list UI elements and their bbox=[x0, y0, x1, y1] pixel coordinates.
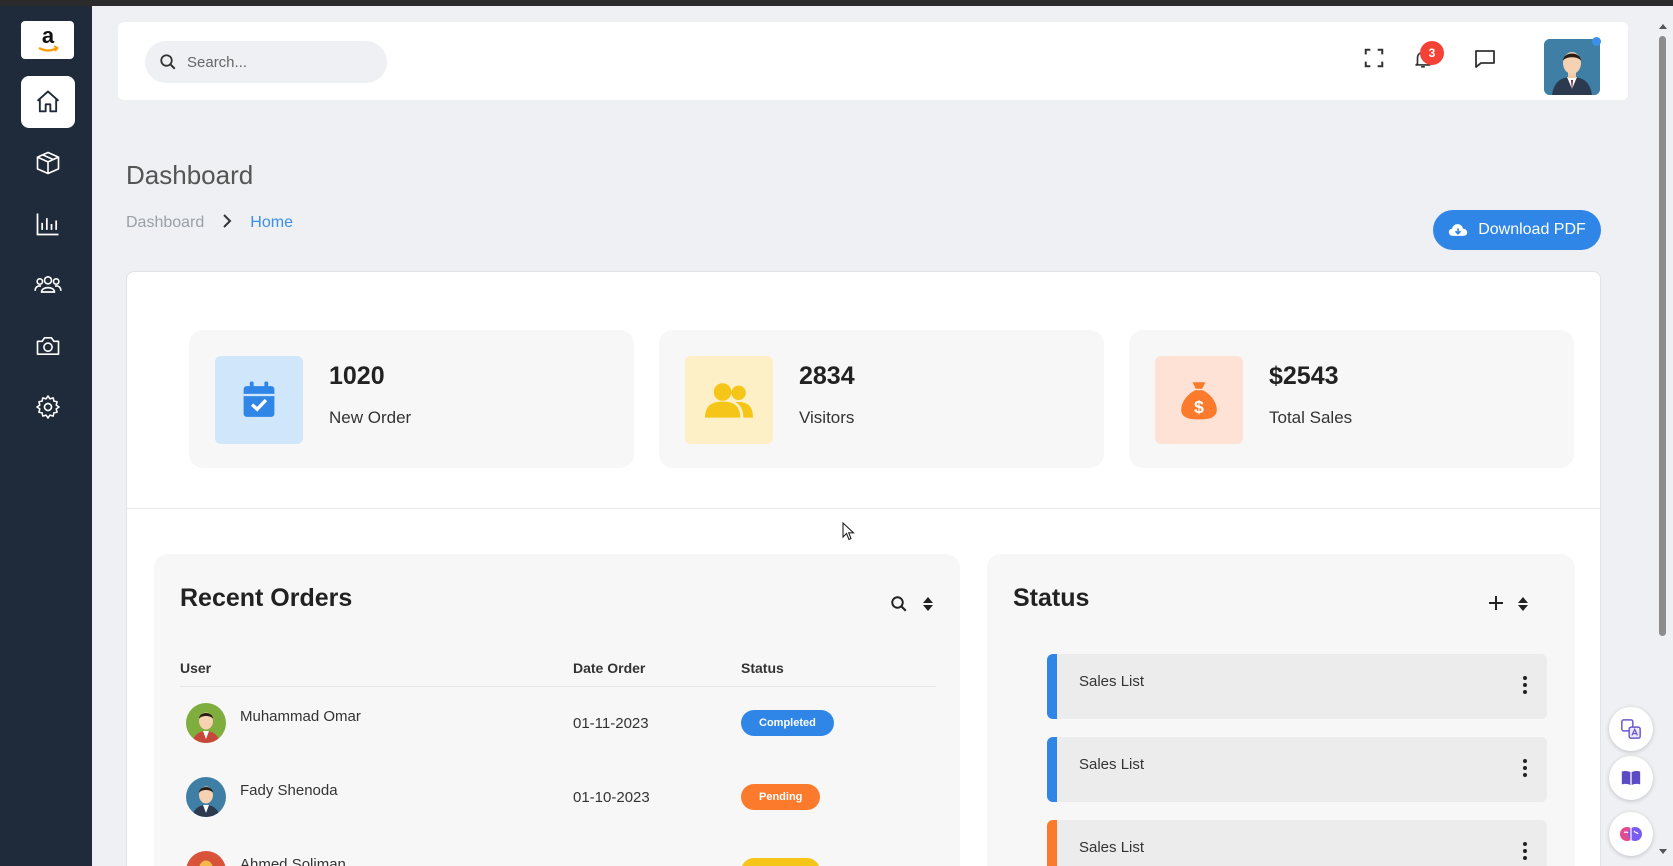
svg-text:a: a bbox=[41, 25, 54, 48]
column-header-status[interactable]: Status bbox=[741, 650, 936, 687]
status-item-label: Sales List bbox=[1079, 673, 1145, 690]
user-name: Ahmed Soliman bbox=[240, 855, 346, 866]
svg-text:$: $ bbox=[1194, 397, 1204, 417]
camera-icon bbox=[36, 337, 60, 355]
table-header-row: User Date Order Status bbox=[180, 650, 936, 687]
breadcrumb-item-home[interactable]: Home bbox=[250, 214, 293, 232]
status-badge: Completed bbox=[741, 710, 834, 737]
table-row[interactable]: Muhammad Omar 01-11-2023 Completed bbox=[180, 686, 936, 760]
stat-card-sales: $ $2543 Total Sales bbox=[1129, 330, 1574, 468]
search-input[interactable] bbox=[187, 53, 367, 71]
brain-icon[interactable] bbox=[1609, 812, 1653, 856]
avatar bbox=[186, 703, 226, 744]
order-date: 01-10-2023 bbox=[573, 834, 741, 866]
download-pdf-button[interactable]: Download PDF bbox=[1433, 210, 1601, 250]
status-title: Status bbox=[1013, 584, 1090, 612]
chat-icon[interactable] bbox=[1473, 47, 1497, 71]
users-icon bbox=[685, 356, 773, 444]
chevron-right-icon bbox=[222, 212, 232, 233]
more-vertical-icon[interactable] bbox=[1523, 759, 1527, 780]
status-badge: Process bbox=[741, 858, 820, 866]
sort-icon[interactable] bbox=[922, 595, 934, 618]
money-bag-icon: $ bbox=[1155, 356, 1243, 444]
sidebar-item-home[interactable] bbox=[21, 76, 75, 128]
gear-icon bbox=[36, 395, 60, 419]
status-badge: Pending bbox=[741, 784, 821, 810]
search-icon bbox=[160, 54, 176, 70]
more-vertical-icon[interactable] bbox=[1523, 842, 1527, 863]
sidebar-item-users[interactable] bbox=[21, 259, 75, 311]
orders-table: User Date Order Status Muhammad Omar 01-… bbox=[180, 650, 936, 866]
more-vertical-icon[interactable] bbox=[1523, 676, 1527, 697]
download-pdf-label: Download PDF bbox=[1478, 221, 1586, 238]
status-color-bar bbox=[1047, 654, 1057, 719]
stat-card-visitors: 2834 Visitors bbox=[659, 330, 1104, 468]
status-item-label: Sales List bbox=[1079, 839, 1145, 856]
order-date: 01-10-2023 bbox=[573, 788, 650, 806]
mouse-cursor-icon bbox=[842, 521, 856, 547]
cloud-download-icon bbox=[1449, 224, 1468, 236]
page-title: Dashboard bbox=[126, 160, 254, 190]
stat-label: New Order bbox=[329, 408, 412, 427]
home-icon bbox=[36, 90, 60, 113]
avatar bbox=[186, 777, 226, 817]
sidebar: a bbox=[0, 6, 92, 866]
table-row[interactable]: Fady Shenoda 01-10-2023 Pending bbox=[180, 760, 936, 834]
group-icon bbox=[34, 276, 62, 293]
user-name: Fady Shenoda bbox=[240, 781, 338, 799]
bar-chart-icon bbox=[36, 213, 59, 236]
stat-value: 1020 bbox=[329, 362, 385, 390]
box-icon bbox=[36, 151, 60, 175]
stat-value: $2543 bbox=[1269, 362, 1339, 390]
user-avatar[interactable] bbox=[1544, 39, 1600, 95]
page-scrollbar[interactable] bbox=[1657, 24, 1667, 866]
status-item-label: Sales List bbox=[1079, 756, 1145, 773]
translate-icon[interactable] bbox=[1609, 707, 1653, 751]
book-icon[interactable] bbox=[1609, 756, 1653, 800]
dashboard-card: 1020 New Order 2834 Visitors $ $2543 Tot… bbox=[126, 271, 1601, 866]
recent-orders-title: Recent Orders bbox=[180, 584, 353, 612]
scrollbar-thumb[interactable] bbox=[1659, 36, 1666, 636]
divider bbox=[127, 508, 1600, 509]
online-status-dot bbox=[1592, 37, 1601, 46]
sidebar-item-settings[interactable] bbox=[21, 381, 75, 433]
sidebar-item-products[interactable] bbox=[21, 137, 75, 189]
avatar bbox=[186, 851, 226, 866]
fullscreen-icon[interactable] bbox=[1363, 47, 1385, 69]
stat-card-orders: 1020 New Order bbox=[189, 330, 634, 468]
status-panel: Status Sales List Sales List Sales List bbox=[987, 554, 1575, 866]
search-box[interactable] bbox=[145, 41, 387, 83]
status-item[interactable]: Sales List bbox=[1047, 654, 1547, 719]
order-date: 01-11-2023 bbox=[573, 714, 649, 732]
calendar-check-icon bbox=[215, 356, 303, 444]
stat-label: Total Sales bbox=[1269, 408, 1353, 427]
sidebar-item-media[interactable] bbox=[21, 320, 75, 372]
language-flag-icon[interactable] bbox=[1308, 52, 1337, 72]
top-bar: 3 bbox=[118, 22, 1628, 100]
breadcrumb: Dashboard Home bbox=[126, 212, 293, 233]
app-window: a Search... 3 Dashboard Dashboard Home D… bbox=[0, 6, 1673, 866]
plus-icon[interactable] bbox=[1488, 595, 1504, 616]
status-item[interactable]: Sales List bbox=[1047, 820, 1547, 866]
recent-orders-panel: Recent Orders User Date Order Status Muh… bbox=[154, 554, 960, 866]
search-icon[interactable] bbox=[890, 595, 908, 618]
notification-badge: 3 bbox=[1420, 41, 1444, 65]
status-color-bar bbox=[1047, 820, 1057, 866]
column-header-user[interactable]: User bbox=[180, 650, 573, 687]
amazon-logo[interactable]: a bbox=[21, 21, 74, 59]
sort-icon[interactable] bbox=[1517, 595, 1529, 618]
stat-value: 2834 bbox=[799, 362, 855, 390]
sidebar-item-analytics[interactable] bbox=[21, 198, 75, 250]
user-name: Muhammad Omar bbox=[240, 707, 361, 725]
stat-label: Visitors bbox=[799, 408, 855, 427]
table-row[interactable]: Ahmed Soliman 01-10-2023 Process bbox=[180, 834, 936, 866]
status-color-bar bbox=[1047, 737, 1057, 802]
status-item[interactable]: Sales List bbox=[1047, 737, 1547, 802]
breadcrumb-item-dashboard[interactable]: Dashboard bbox=[126, 214, 204, 232]
column-header-date[interactable]: Date Order bbox=[573, 650, 741, 687]
